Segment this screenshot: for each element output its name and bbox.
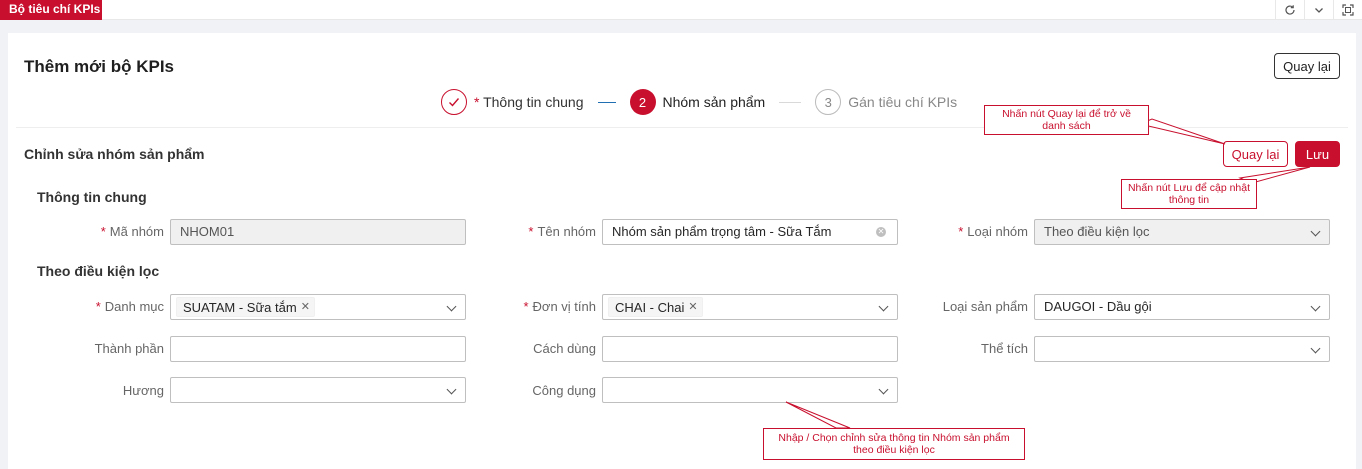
step-connector-1: [597, 101, 616, 103]
step-1-label[interactable]: * Thông tin chung: [474, 94, 584, 110]
cong-dung-select[interactable]: [602, 377, 898, 403]
back-button[interactable]: Quay lại: [1223, 141, 1288, 167]
callout-back: Nhấn nút Quay lại để trở về danh sách: [984, 105, 1149, 135]
don-vi-tinh-select[interactable]: CHAI - Chai ✕: [602, 294, 898, 320]
ten-nhom-input[interactable]: Nhóm sản phẩm trọng tâm - Sữa Tắm ✕: [602, 219, 898, 245]
save-button[interactable]: Lưu: [1295, 141, 1340, 167]
huong-select[interactable]: [170, 377, 466, 403]
huong-label: Hương: [122, 383, 164, 398]
back-button-top[interactable]: Quay lại: [1274, 53, 1340, 79]
loai-san-pham-value: DAUGOI - Dầu gội: [1044, 299, 1152, 314]
loai-nhom-label: * Loại nhóm: [958, 224, 1028, 239]
chevron-down-icon[interactable]: [1304, 0, 1333, 20]
danh-muc-label: * Danh mục: [95, 299, 164, 314]
top-toolbar: [1275, 0, 1362, 20]
step-connector-2: [779, 101, 802, 103]
section-title: Chỉnh sửa nhóm sản phẩm: [24, 146, 205, 162]
don-vi-tinh-label: * Đơn vị tính: [523, 299, 596, 314]
fullscreen-icon[interactable]: [1333, 0, 1362, 20]
step-2-label[interactable]: Nhóm sản phẩm: [663, 94, 766, 110]
step-2-number: 2: [629, 89, 656, 115]
cong-dung-label: Công dụng: [532, 383, 596, 398]
main-card: Thêm mới bộ KPIs Quay lại * Thông tin ch…: [8, 33, 1356, 469]
tab-bo-tieu-chi-kpis[interactable]: Bộ tiêu chí KPIs: [0, 0, 102, 20]
loai-san-pham-label: Loại sản phẩm: [942, 299, 1028, 314]
remove-tag-icon[interactable]: ✕: [301, 298, 310, 317]
step-3-label[interactable]: Gán tiêu chí KPIs: [848, 94, 957, 110]
chevron-down-icon: [878, 384, 889, 395]
thanh-phan-label: Thành phần: [94, 341, 164, 356]
ten-nhom-value: Nhóm sản phẩm trọng tâm - Sữa Tắm: [612, 224, 832, 239]
ten-nhom-label: * Tên nhóm: [528, 224, 596, 239]
loai-san-pham-select[interactable]: DAUGOI - Dầu gội: [1034, 294, 1330, 320]
chevron-down-icon: [1310, 226, 1321, 237]
the-tich-label: Thể tích: [981, 341, 1028, 356]
loai-nhom-value: Theo điều kiện lọc: [1044, 224, 1150, 239]
check-icon: [441, 89, 467, 115]
cach-dung-input[interactable]: [602, 336, 898, 362]
don-vi-tinh-tag: CHAI - Chai ✕: [608, 297, 703, 317]
thanh-phan-input[interactable]: [170, 336, 466, 362]
loai-nhom-select[interactable]: Theo điều kiện lọc: [1034, 219, 1330, 245]
general-info-title: Thông tin chung: [37, 189, 147, 205]
chevron-down-icon: [1310, 343, 1321, 354]
step-3-number: 3: [815, 89, 842, 115]
cach-dung-label: Cách dùng: [533, 341, 596, 356]
top-bar: Bộ tiêu chí KPIs: [0, 0, 1362, 20]
callout-edit: Nhập / Chọn chỉnh sửa thông tin Nhóm sản…: [763, 428, 1025, 460]
danh-muc-select[interactable]: SUATAM - Sữa tắm ✕: [170, 294, 466, 320]
filter-title: Theo điều kiện lọc: [37, 263, 160, 279]
callout-save: Nhấn nút Lưu để cập nhật thông tin: [1121, 179, 1257, 209]
stepper: * Thông tin chung 2 Nhóm sản phẩm 3 Gán …: [441, 89, 957, 115]
ma-nhom-input[interactable]: NHOM01: [170, 219, 466, 245]
refresh-icon[interactable]: [1275, 0, 1304, 20]
page-title: Thêm mới bộ KPIs: [24, 57, 174, 76]
remove-tag-icon[interactable]: ✕: [688, 298, 697, 317]
danh-muc-tag: SUATAM - Sữa tắm ✕: [176, 297, 315, 317]
ma-nhom-label: * Mã nhóm: [100, 224, 164, 239]
chevron-down-icon: [1310, 301, 1321, 312]
the-tich-select[interactable]: [1034, 336, 1330, 362]
